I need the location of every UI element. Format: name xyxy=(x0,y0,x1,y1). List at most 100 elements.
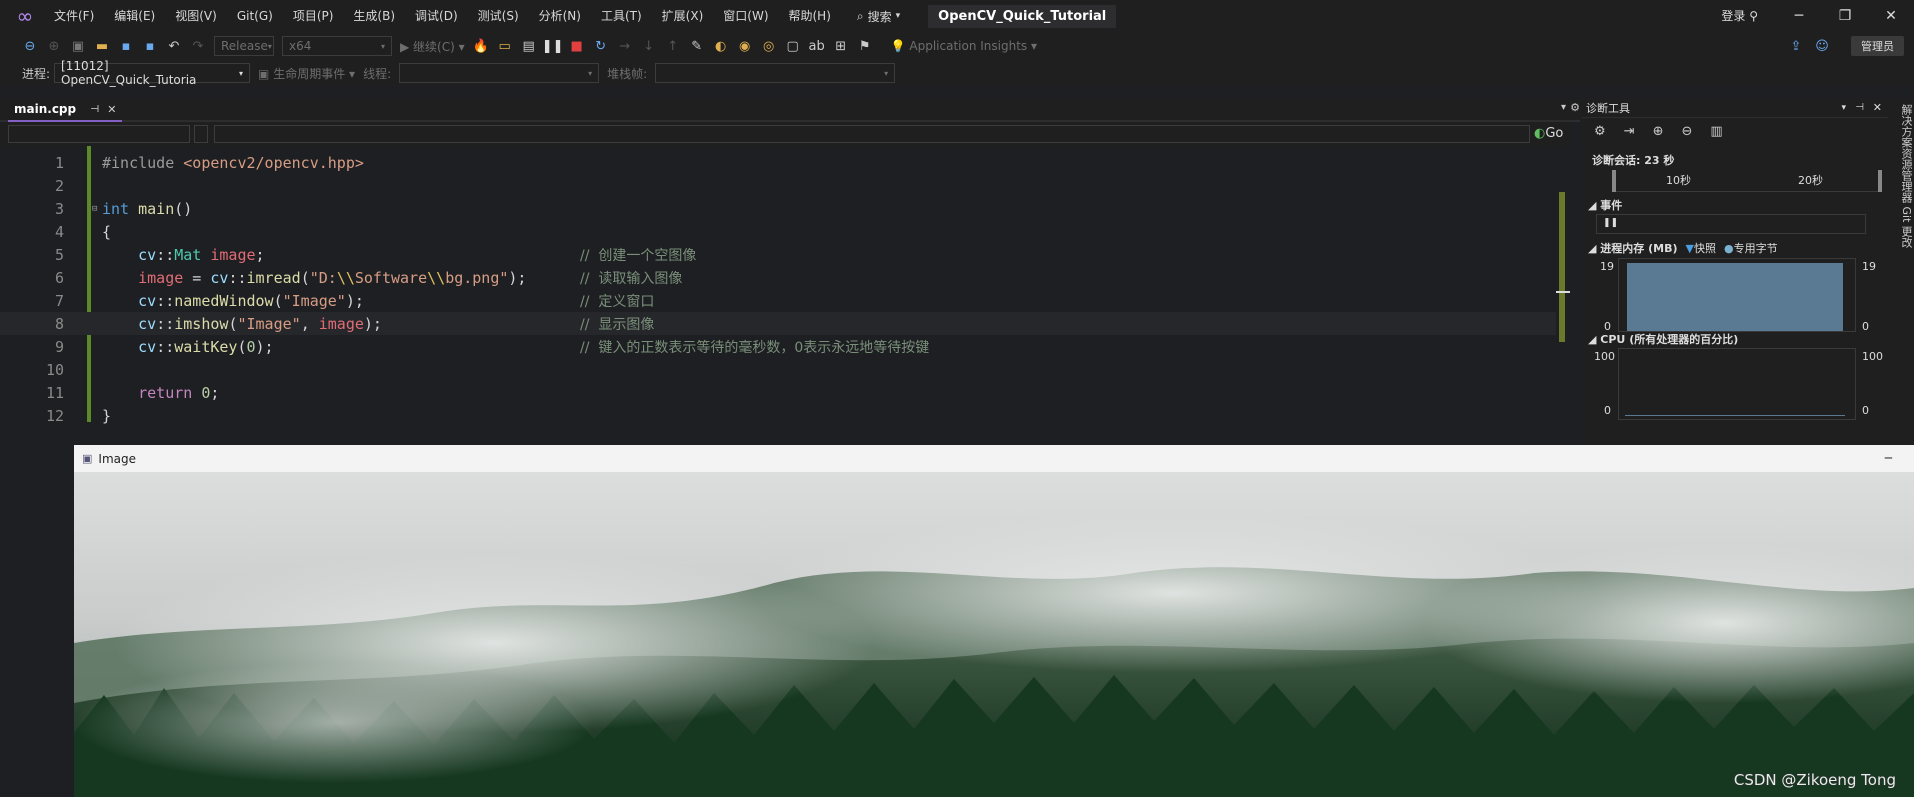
opencv-image-window: ▣ Image ─ CSDN @Zikoeng Tong xyxy=(74,445,1914,797)
new-project-icon[interactable]: ▣ xyxy=(68,36,88,56)
menu-item[interactable]: 编辑(E) xyxy=(104,0,165,32)
export-icon[interactable]: ⇥ xyxy=(1624,124,1635,139)
open-folder-icon[interactable]: ▬ xyxy=(92,36,112,56)
menu-item[interactable]: 扩展(X) xyxy=(652,0,714,32)
save-icon[interactable]: ▪ xyxy=(116,36,136,56)
chevron-down-icon[interactable]: ▾ xyxy=(1841,103,1846,113)
code-editor[interactable]: 1 #include <opencv2/opencv.hpp> 2 3 ⊟ int m… xyxy=(0,146,1570,446)
close-window-button[interactable]: ✕ xyxy=(1868,0,1914,32)
cpu-chart[interactable] xyxy=(1618,348,1856,420)
application-insights-label: Application Insights xyxy=(909,39,1028,53)
code-text: image = cv::imread("D:\\Software\\bg.png… xyxy=(138,268,527,287)
breakpoint-icon[interactable]: ✎ xyxy=(687,36,707,56)
stack-frame-select[interactable]: ▾ xyxy=(655,63,896,83)
thread-icon[interactable]: ◉ xyxy=(735,36,755,56)
zoom-in-icon[interactable]: ⊕ xyxy=(1653,124,1664,139)
side-tool-tabs[interactable]: 解决方案资源管理器 Git 更改 xyxy=(1888,98,1914,446)
line-number: 1 xyxy=(54,153,64,172)
close-icon[interactable]: ✕ xyxy=(107,103,116,116)
menu-item[interactable]: 工具(T) xyxy=(591,0,652,32)
timeline-start-handle[interactable] xyxy=(1612,170,1616,192)
chevron-down-icon: ▾ xyxy=(239,68,244,78)
redo-icon[interactable]: ↷ xyxy=(188,36,208,56)
lifecycle-events-button[interactable]: ▣ 生命周期事件 ▾ xyxy=(258,65,355,82)
undo-icon[interactable]: ↶ xyxy=(164,36,184,56)
thread-select[interactable]: ▾ xyxy=(399,63,600,83)
menu-item[interactable]: 测试(S) xyxy=(468,0,529,32)
menu-item[interactable]: 项目(P) xyxy=(283,0,344,32)
minimize-button[interactable]: ─ xyxy=(1885,451,1892,465)
chevron-down-icon: ▾ xyxy=(884,68,889,78)
menu-item[interactable]: 分析(N) xyxy=(529,0,591,32)
visual-studio-logo-icon[interactable]: ∞ xyxy=(10,1,40,31)
step-out-icon[interactable]: ↑ xyxy=(663,36,683,56)
chart-icon[interactable]: ▥ xyxy=(1710,124,1722,139)
process-select[interactable]: [11012] OpenCV_Quick_Tutoria ▾ xyxy=(54,59,251,87)
cpu-label: CPU (所有处理器的百分比) xyxy=(1600,333,1739,346)
minimize-button[interactable]: ─ xyxy=(1776,0,1822,32)
diagnostics-icon[interactable]: ◐ xyxy=(711,36,731,56)
restore-button[interactable]: ❐ xyxy=(1822,0,1868,32)
title-bar: ∞ 文件(F) 编辑(E) 视图(V) Git(G) 项目(P) 生成(B) 调试(D) 测试… xyxy=(0,0,1914,32)
menu-item[interactable]: Git(G) xyxy=(227,0,283,32)
memory-section-header[interactable]: ◢ 进程内存 (MB) ▼快照 ●专用字节 xyxy=(1588,240,1778,256)
memory-icon[interactable]: ▢ xyxy=(783,36,803,56)
restart-icon[interactable]: ↻ xyxy=(591,36,611,56)
menu-item[interactable]: 文件(F) xyxy=(44,0,104,32)
splitter-combo[interactable] xyxy=(194,125,208,143)
layout-icon[interactable]: ▤ xyxy=(519,36,539,56)
feedback-icon[interactable]: ☺ xyxy=(1812,36,1832,56)
share-icon[interactable]: ⇪ xyxy=(1786,36,1806,56)
collapse-icon[interactable]: ⊟ xyxy=(92,204,97,214)
tab-main-cpp[interactable]: main.cpp ⊣ ✕ xyxy=(8,98,123,122)
menu-item[interactable]: 窗口(W) xyxy=(713,0,778,32)
code-line: 9 cv::waitKey(0); // 键入的正数表示等待的毫秒数，0表示永远地… xyxy=(0,335,1556,358)
configuration-select[interactable]: Release ▾ xyxy=(214,36,274,56)
application-insights-button[interactable]: 💡 Application Insights ▾ xyxy=(891,39,1037,53)
platform-select[interactable]: x64 ▾ xyxy=(282,36,392,56)
login-button[interactable]: 登录 ⚲ xyxy=(1721,7,1758,24)
comment-icon[interactable]: ⊞ xyxy=(831,36,851,56)
pause-icon[interactable]: ❚❚ xyxy=(542,36,564,56)
pin-icon[interactable]: ⊣ xyxy=(90,104,99,115)
image-window-titlebar[interactable]: ▣ Image ─ xyxy=(74,445,1914,473)
zoom-out-icon[interactable]: ⊖ xyxy=(1681,124,1692,139)
go-button[interactable]: ◐Go xyxy=(1534,126,1563,141)
search-box[interactable]: ⌕ 搜索 ▾ xyxy=(857,8,904,25)
settings-icon[interactable]: ⚙ xyxy=(1570,101,1580,114)
menu-item[interactable]: 生成(B) xyxy=(343,0,405,32)
line-number: 2 xyxy=(54,176,64,195)
watch-icon[interactable]: ◎ xyxy=(759,36,779,56)
scope-combo[interactable] xyxy=(8,125,190,143)
abc-icon[interactable]: ab xyxy=(807,36,827,56)
forward-icon[interactable]: ⊕ xyxy=(44,36,64,56)
scroll-thumb[interactable] xyxy=(1559,192,1565,342)
code-text: #include <opencv2/opencv.hpp> xyxy=(102,153,364,172)
cpu-section-header[interactable]: ◢ CPU (所有处理器的百分比) xyxy=(1588,331,1738,347)
settings-icon[interactable]: ⚙ xyxy=(1594,124,1606,139)
menu-item[interactable]: 调试(D) xyxy=(405,0,468,32)
back-icon[interactable]: ⊖ xyxy=(20,36,40,56)
step-into-icon[interactable]: ↓ xyxy=(639,36,659,56)
window-icon: ▣ xyxy=(82,452,93,465)
events-section-header[interactable]: ◢ 事件 xyxy=(1588,197,1622,213)
bookmark-icon[interactable]: ⚑ xyxy=(855,36,875,56)
hot-reload-icon[interactable]: 🔥 xyxy=(471,36,491,56)
editor-scrollbar[interactable] xyxy=(1556,146,1570,446)
member-combo[interactable] xyxy=(214,125,1530,143)
timeline-ruler[interactable]: 10秒 20秒 xyxy=(1612,170,1882,192)
save-all-icon[interactable]: ▪ xyxy=(140,36,160,56)
stack-frame-label: 堆栈帧: xyxy=(607,66,648,81)
memory-chart[interactable] xyxy=(1618,258,1856,332)
menu-item[interactable]: 帮助(H) xyxy=(779,0,841,32)
timeline-end-handle[interactable] xyxy=(1878,170,1882,192)
close-icon[interactable]: ✕ xyxy=(1873,101,1882,114)
open-file-icon[interactable]: ▭ xyxy=(495,36,515,56)
menu-item[interactable]: 视图(V) xyxy=(165,0,227,32)
stop-icon[interactable]: ■ xyxy=(567,36,587,56)
pin-icon[interactable]: ⊣ xyxy=(1855,102,1864,113)
thread-label: 线程: xyxy=(363,66,392,81)
step-over-icon[interactable]: → xyxy=(615,36,635,56)
continue-button[interactable]: ▶ 继续(C) ▾ xyxy=(400,38,465,55)
tab-overflow-icon[interactable]: ▾ xyxy=(1561,102,1566,113)
